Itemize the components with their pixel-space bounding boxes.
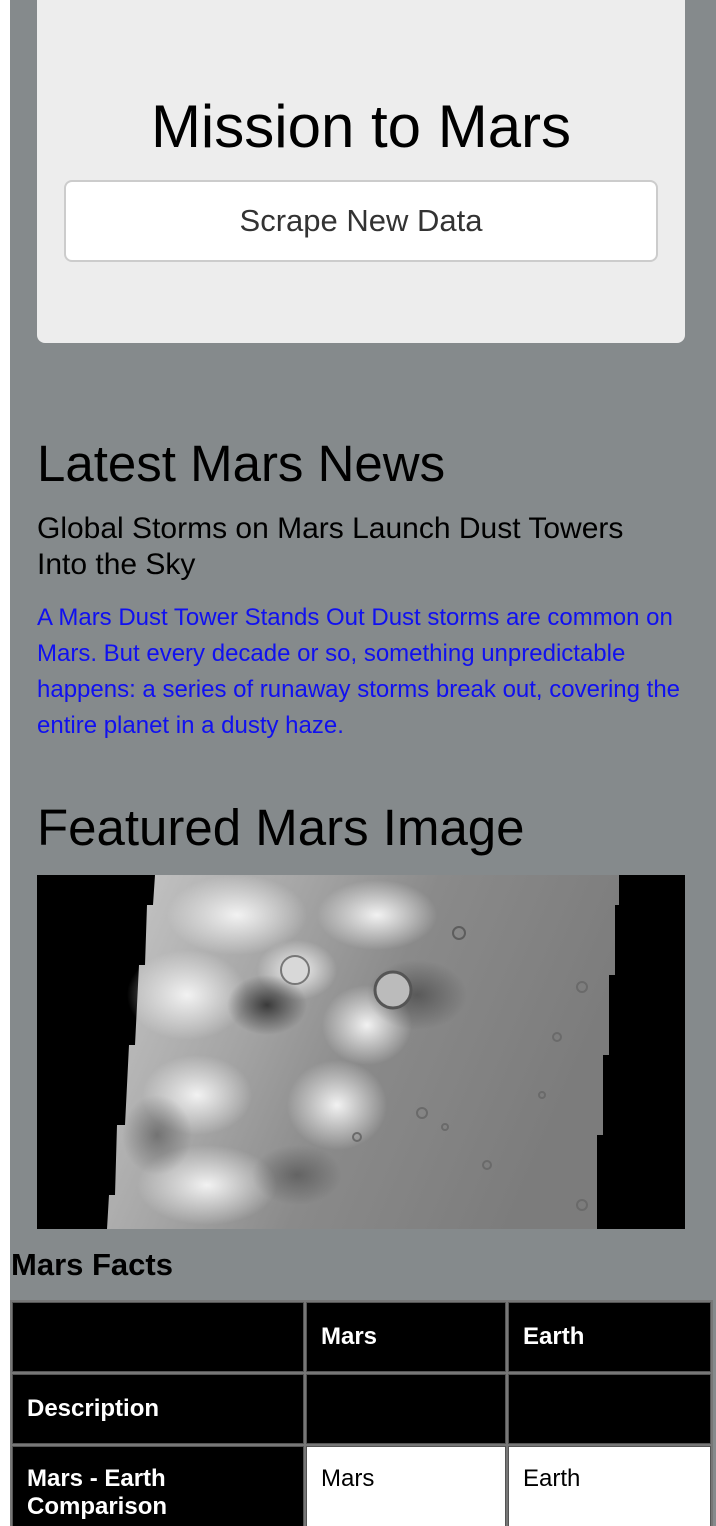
table-row-header: Mars - Earth Comparison: [12, 1446, 304, 1526]
featured-image-heading: Featured Mars Image: [37, 799, 525, 856]
scrape-new-data-button[interactable]: Scrape New Data: [64, 180, 658, 262]
mars-facts-table: Mars Earth Description Mars - Earth Comp…: [10, 1300, 713, 1526]
table-header-row: Mars Earth: [12, 1302, 711, 1372]
featured-mars-image: [37, 875, 685, 1229]
table-row-header: Description: [12, 1374, 304, 1444]
news-paragraph: A Mars Dust Tower Stands Out Dust storms…: [37, 604, 681, 739]
mars-surface-image: [107, 875, 619, 1229]
table-header-cell: Mars: [306, 1302, 506, 1372]
table-cell: [508, 1374, 711, 1444]
table-header-cell: Earth: [508, 1302, 711, 1372]
jumbotron: Mission to Mars Scrape New Data: [37, 0, 685, 343]
news-section-heading: Latest Mars News: [37, 435, 446, 492]
table-row: Description: [12, 1374, 711, 1444]
page-title: Mission to Mars: [150, 93, 572, 160]
table-header-cell: [12, 1302, 304, 1372]
mars-facts-heading: Mars Facts: [11, 1247, 173, 1282]
table-cell: [306, 1374, 506, 1444]
table-row: Mars - Earth Comparison Mars Earth: [12, 1446, 711, 1526]
page-container: Mission to Mars Scrape New Data Latest M…: [10, 0, 716, 1526]
table-cell: Mars: [306, 1446, 506, 1526]
table-cell: Earth: [508, 1446, 711, 1526]
news-title: Global Storms on Mars Launch Dust Towers…: [37, 512, 624, 581]
